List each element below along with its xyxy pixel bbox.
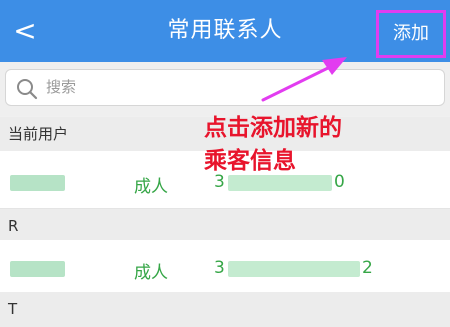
back-button[interactable]: < (10, 13, 40, 49)
add-button[interactable]: 添加 (376, 10, 446, 58)
contact-phone-prefix: 3 (214, 258, 225, 278)
contact-type: 成人 (134, 263, 168, 283)
page-title: 常用联系人 (167, 18, 283, 43)
contact-phone-redacted (228, 261, 360, 277)
contact-name-redacted (10, 261, 65, 277)
annotation-line-1: 点击添加新的 (204, 115, 342, 141)
search-input[interactable]: 搜索 (5, 69, 445, 106)
contact-name-redacted (10, 175, 65, 191)
search-placeholder: 搜索 (46, 78, 77, 96)
annotation-line-2: 乘客信息 (204, 148, 296, 174)
nav-bar: < 常用联系人 添加 (0, 0, 450, 62)
section-header-t: T (0, 292, 450, 327)
contact-type: 成人 (134, 177, 168, 197)
contact-phone-suffix: 2 (362, 258, 373, 278)
annotation-text: 点击添加新的 乘客信息 (204, 112, 444, 178)
contact-row[interactable]: 成人 3 2 (0, 240, 450, 298)
search-icon (17, 79, 38, 100)
section-header-r: R (0, 209, 450, 243)
search-bar: 搜索 (0, 62, 450, 116)
